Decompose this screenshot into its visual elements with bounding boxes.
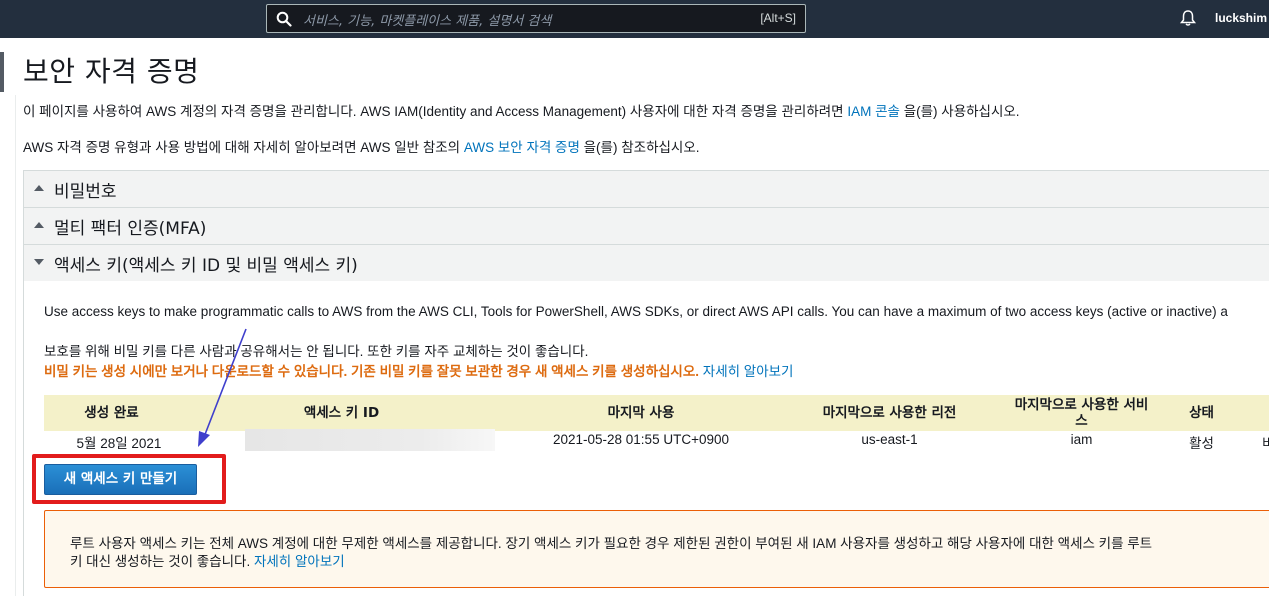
search-box[interactable]: 서비스, 기능, 마켓플레이스 제품, 설명서 검색 [Alt+S] [266, 4, 806, 33]
sidebar-toggle[interactable] [0, 52, 4, 92]
accordion-label: 비밀번호 [54, 182, 117, 202]
column-header-status[interactable]: 상태 [1174, 395, 1229, 431]
create-access-key-button[interactable]: 새 액세스 키 만들기 [44, 464, 197, 495]
alert-text: 키 대신 생성하는 것이 좋습니다. [70, 554, 254, 569]
cell-last-service: iam [1070, 432, 1093, 447]
accordion-label: 액세스 키(액세스 키 ID 및 비밀 액세스 키) [54, 256, 358, 276]
bell-icon[interactable] [1179, 9, 1197, 27]
page-title: 보안 자격 증명 [23, 55, 200, 88]
accordion-access-keys[interactable]: 액세스 키(액세스 키 ID 및 비밀 액세스 키) [23, 244, 1269, 282]
search-placeholder: 서비스, 기능, 마켓플레이스 제품, 설명서 검색 [303, 14, 552, 29]
warning-text: 비밀 키는 생성 시에만 보거나 다운로드할 수 있습니다. 기존 비밀 키를 … [44, 364, 700, 379]
access-keys-security-note: 보호를 위해 비밀 키를 다른 사람과 공유해서는 안 됩니다. 또한 키를 자… [44, 344, 589, 359]
accordion-password[interactable]: 비밀번호 [23, 170, 1269, 208]
column-header-key-id[interactable]: 액세스 키 ID [244, 395, 439, 431]
accordion-label: 멀티 팩터 인증(MFA) [54, 219, 207, 239]
cell-created: 5월 28일 2021 [76, 436, 162, 451]
divider [15, 95, 16, 596]
cell-status: 활성 [1189, 436, 1214, 451]
redacted-access-key-id [245, 429, 495, 451]
cell-last-region: us-east-1 [861, 432, 918, 447]
intro-text-suffix: 을(를) 참조하십시오. [579, 140, 700, 155]
caret-up-icon [34, 185, 44, 191]
intro-text-line2: AWS 자격 증명 유형과 사용 방법에 대해 자세히 알아보려면 AWS 일반… [23, 136, 700, 156]
top-nav-bar: 서비스, 기능, 마켓플레이스 제품, 설명서 검색 [Alt+S] lucks… [0, 0, 1269, 38]
intro-text-suffix: 을(를) 사용하십시오. [899, 104, 1020, 119]
accordion-mfa[interactable]: 멀티 팩터 인증(MFA) [23, 207, 1269, 245]
intro-text: AWS 자격 증명 유형과 사용 방법에 대해 자세히 알아보려면 AWS 일반… [23, 140, 464, 155]
sidebar-edge [0, 38, 4, 596]
intro-text-line1: 이 페이지를 사용하여 AWS 계정의 자격 증명을 관리합니다. AWS IA… [23, 100, 1020, 120]
learn-more-link[interactable]: 자세히 알아보기 [703, 364, 794, 379]
column-header-created[interactable]: 생성 완료 [54, 395, 169, 431]
account-menu[interactable]: luckshim [1215, 11, 1267, 25]
column-header-last-region[interactable]: 마지막으로 사용한 리전 [822, 395, 957, 431]
caret-down-icon [34, 259, 44, 265]
annotation-arrow-icon [198, 328, 247, 447]
aws-security-credentials-link[interactable]: AWS 보안 자격 증명 [464, 140, 580, 155]
search-shortcut-hint: [Alt+S] [760, 11, 796, 25]
intro-text: 이 페이지를 사용하여 AWS 계정의 자격 증명을 관리합니다. AWS IA… [23, 104, 848, 119]
cell-last-used: 2021-05-28 01:55 UTC+0900 [552, 432, 729, 447]
caret-up-icon [34, 222, 44, 228]
alert-learn-more-link[interactable]: 자세히 알아보기 [254, 554, 345, 569]
search-icon [276, 11, 292, 27]
access-keys-description: Use access keys to make programmatic cal… [44, 304, 1228, 319]
column-header-last-used[interactable]: 마지막 사용 [541, 395, 741, 431]
column-header-last-service[interactable]: 마지막으로 사용한 서비스 [1014, 395, 1149, 431]
alert-text-line1: 루트 사용자 액세스 키는 전체 AWS 계정에 대한 무제한 액세스를 제공합… [70, 536, 1153, 551]
row-action-link[interactable]: 비 [1262, 432, 1269, 451]
alert-text-line2: 키 대신 생성하는 것이 좋습니다. 자세히 알아보기 [70, 550, 345, 570]
access-keys-warning: 비밀 키는 생성 시에만 보거나 다운로드할 수 있습니다. 기존 비밀 키를 … [44, 360, 793, 380]
iam-console-link[interactable]: IAM 콘솔 [847, 104, 900, 119]
